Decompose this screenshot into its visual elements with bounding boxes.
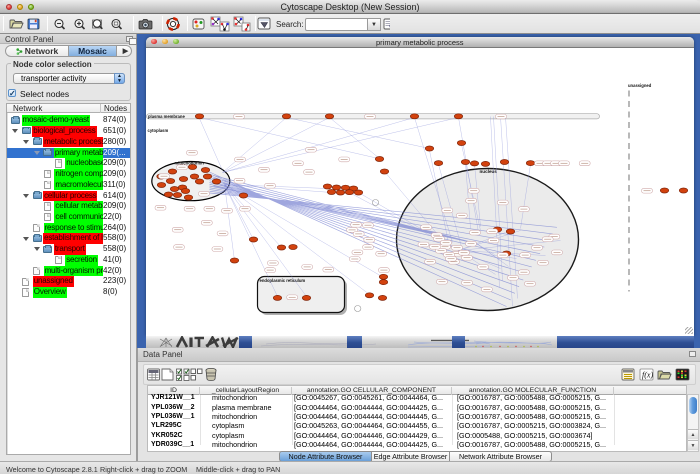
svg-text:endoplasmic reticulum: endoplasmic reticulum: [259, 278, 305, 283]
svg-text:plasma membrane: plasma membrane: [148, 114, 185, 119]
svg-text:f(x): f(x): [642, 371, 653, 380]
svg-text:nucleus: nucleus: [479, 169, 497, 174]
svg-text:cytoplasm: cytoplasm: [147, 128, 168, 133]
svg-text:unassigned: unassigned: [628, 83, 652, 88]
